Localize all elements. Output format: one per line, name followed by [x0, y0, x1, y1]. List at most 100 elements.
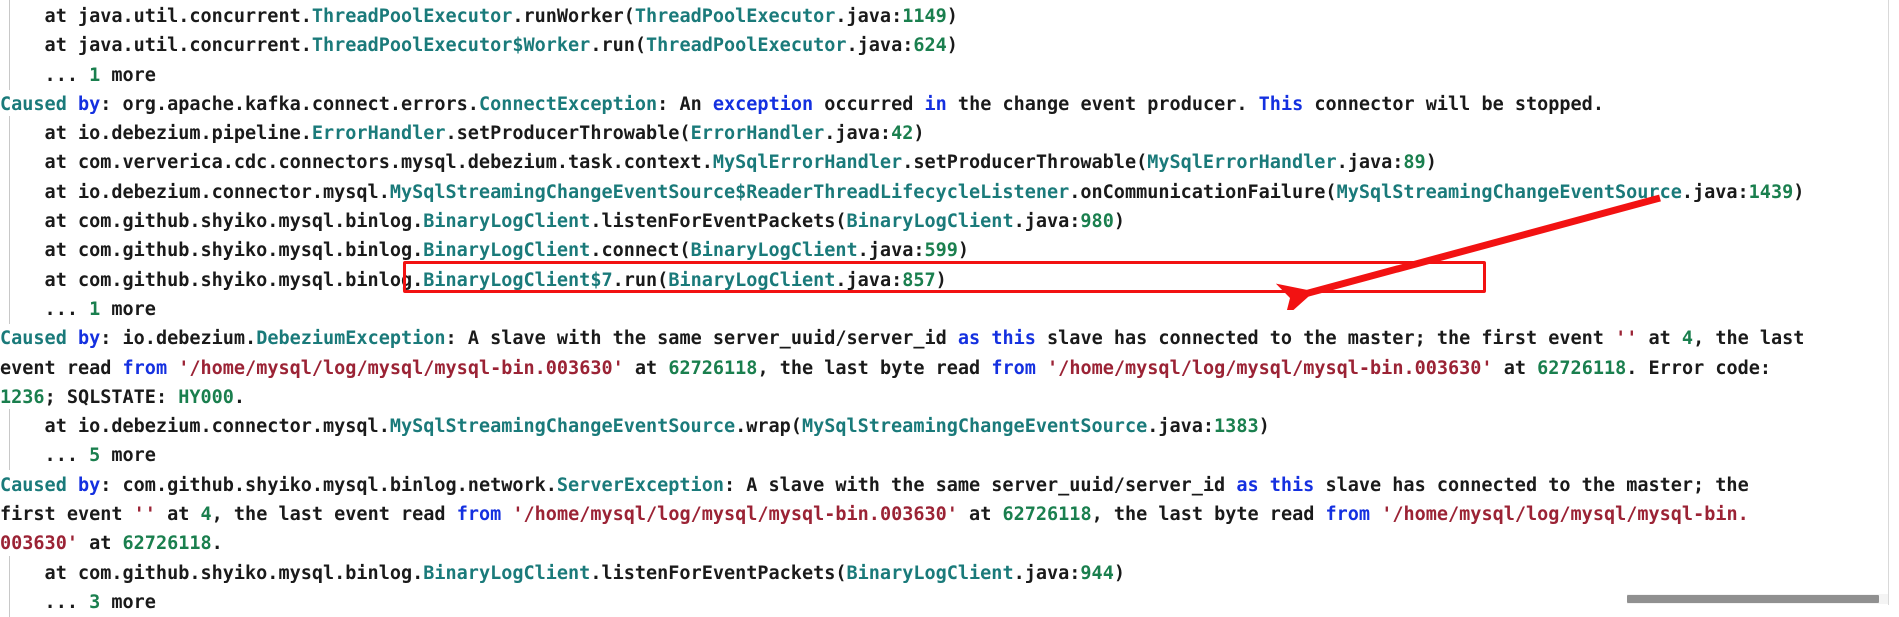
log-token: at com.github.shyiko.mysql.binlog. — [0, 240, 424, 262]
log-token: by — [77, 93, 101, 115]
log-token: the change event producer. — [946, 93, 1259, 115]
log-token: 980 — [1080, 211, 1114, 233]
log-token: 4 — [200, 504, 212, 526]
log-token: 89 — [1403, 152, 1426, 174]
log-token: , the last byte read — [757, 357, 992, 379]
log-token: ConnectException — [478, 93, 658, 115]
log-token: from — [991, 357, 1036, 379]
log-token: .listenForEventPackets( — [590, 211, 847, 233]
log-token: 944 — [1080, 562, 1114, 584]
log-token: 1 — [89, 298, 101, 320]
log-token: event read — [0, 357, 123, 379]
log-token: in — [924, 93, 947, 115]
log-token: BinaryLogClient — [423, 211, 591, 233]
log-token: . — [211, 533, 223, 555]
log-token: 3 — [89, 591, 101, 613]
log-token: ) — [1425, 152, 1437, 174]
log-token: at com.ververica.cdc.connectors.mysql.de… — [0, 152, 713, 174]
log-token: by — [77, 474, 101, 496]
log-token: at — [77, 533, 123, 555]
log-token: 62726118 — [1002, 504, 1092, 526]
scrollbar-thumb[interactable] — [1627, 595, 1879, 603]
log-token: ServerException — [556, 474, 724, 496]
log-token: at — [957, 504, 1003, 526]
log-token: by — [77, 328, 101, 350]
log-token: BinaryLogClient — [423, 240, 591, 262]
log-line: Caused by: org.apache.kafka.connect.erro… — [0, 90, 1899, 119]
log-line: at java.util.concurrent.ThreadPoolExecut… — [0, 28, 1899, 61]
log-token: '/home/mysql/log/mysql/mysql-bin. — [1381, 504, 1749, 526]
log-token: ThreadPoolExecutor — [634, 6, 836, 27]
log-line: at com.github.shyiko.mysql.binlog.Binary… — [0, 233, 1899, 266]
log-token: BinaryLogClient — [690, 240, 858, 262]
log-token: as — [1236, 474, 1259, 496]
log-token: .java: — [1681, 181, 1749, 203]
log-token: ErrorHandler — [311, 123, 446, 145]
log-line: at com.github.shyiko.mysql.binlog.Binary… — [0, 204, 1899, 237]
log-token: This — [1258, 93, 1304, 115]
log-token: BinaryLogClient — [846, 211, 1014, 233]
log-token: 1439 — [1748, 181, 1794, 203]
log-token: at — [155, 504, 201, 526]
log-token: slave has connected to the master; the f… — [1035, 328, 1616, 350]
log-token: '/home/mysql/log/mysql/mysql-bin.003630' — [1047, 357, 1493, 379]
log-token: 1383 — [1214, 416, 1259, 438]
log-token — [67, 328, 78, 349]
log-token — [67, 94, 78, 115]
log-line: ... 5 more — [0, 438, 1899, 471]
log-token: .onCommunicationFailure( — [1069, 181, 1337, 203]
log-token: .java: — [1336, 152, 1404, 174]
log-token: .java: — [824, 123, 892, 145]
log-line: at io.debezium.pipeline.ErrorHandler.set… — [0, 116, 1899, 149]
log-line: ... 1 more — [0, 57, 1899, 90]
log-token: ) — [1113, 562, 1125, 584]
log-token: 1149 — [902, 6, 947, 27]
log-line-list[interactable]: at java.util.concurrent.ThreadPoolExecut… — [0, 0, 1899, 617]
log-token: 857 — [902, 269, 936, 291]
log-token: .run( — [590, 35, 647, 57]
log-token: .wrap( — [735, 416, 802, 438]
log-line: ... 1 more — [0, 291, 1899, 325]
log-line: ... 3 more — [0, 584, 1899, 617]
log-output-viewer[interactable]: at java.util.concurrent.ThreadPoolExecut… — [0, 0, 1899, 617]
log-token: 42 — [891, 123, 914, 145]
log-token — [167, 358, 178, 379]
vertical-scrollbar[interactable] — [1888, 0, 1899, 605]
log-token: ) — [946, 6, 958, 27]
log-line: at io.debezium.connector.mysql.MySqlStre… — [0, 174, 1899, 208]
log-token: ThreadPoolExecutor — [646, 35, 847, 57]
log-token: at com.github.shyiko.mysql.binlog. — [0, 269, 424, 291]
log-token: connector will be stopped. — [1303, 93, 1604, 115]
log-token: Caused — [0, 93, 67, 115]
log-line: at com.github.shyiko.mysql.binlog.Binary… — [0, 555, 1899, 588]
log-token: DebeziumException — [256, 328, 446, 350]
log-token: 62726118 — [668, 357, 758, 379]
log-line: 003630' at 62726118. — [0, 529, 1899, 558]
log-token: ErrorHandler — [690, 123, 825, 145]
log-token — [501, 504, 512, 525]
log-token: . Error code: — [1626, 357, 1772, 379]
log-token: : com.github.shyiko.mysql.binlog.network… — [100, 474, 557, 496]
log-token: BinaryLogClient — [846, 562, 1014, 584]
log-token: more — [100, 445, 156, 467]
log-token: ; SQLSTATE: — [44, 386, 179, 408]
log-token: '' — [1615, 328, 1638, 350]
log-token: MySqlErrorHandler — [1147, 152, 1337, 174]
log-token: from — [122, 357, 168, 379]
log-token — [1370, 504, 1381, 525]
log-token: Caused — [0, 328, 67, 350]
log-token: .java: — [835, 269, 903, 291]
log-token: : io.debezium. — [100, 328, 257, 350]
log-token: first event — [0, 504, 134, 526]
log-token: at io.debezium.connector.mysql. — [0, 416, 390, 438]
log-token: , the last — [1693, 328, 1805, 350]
log-token: from — [1325, 504, 1371, 526]
log-token: .run( — [612, 269, 669, 291]
log-token: ) — [946, 35, 958, 57]
log-line: at com.ververica.cdc.connectors.mysql.de… — [0, 145, 1899, 178]
log-token: more — [100, 591, 156, 613]
log-line: at com.github.shyiko.mysql.binlog.Binary… — [0, 262, 1899, 295]
horizontal-scrollbar[interactable] — [1627, 594, 1889, 604]
log-token: HY000 — [178, 386, 234, 408]
log-token: , the last byte read — [1091, 504, 1326, 526]
